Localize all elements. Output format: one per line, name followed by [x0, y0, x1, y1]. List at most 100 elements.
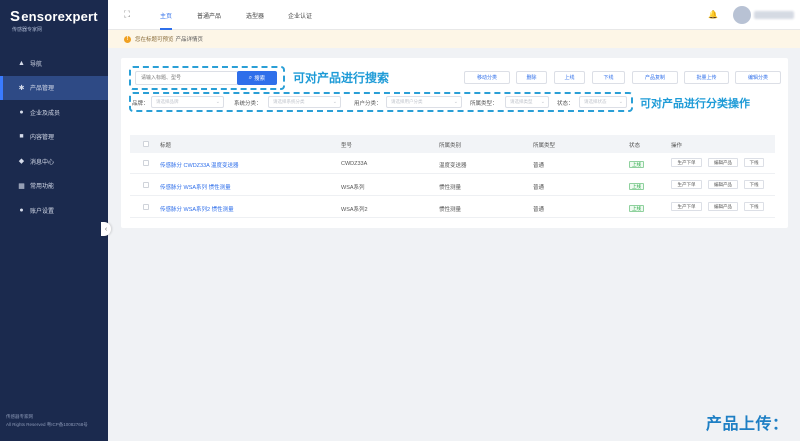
sidebar-item-label: 账户设置	[30, 208, 55, 215]
sidebar-item-content-management[interactable]: ■ 内容管理	[0, 125, 108, 150]
system-category-filter-label: 系统分类：	[234, 101, 262, 107]
message-icon: ◆	[18, 158, 25, 166]
collapse-sidebar-button[interactable]: ‹	[101, 222, 111, 236]
edit-category-button[interactable]: 编辑分类	[735, 71, 781, 84]
search-highlight-box	[129, 66, 285, 90]
sidebar-item-label: 内容管理	[30, 135, 55, 142]
sidebar: Sensorexpert 传感器专家网 ▲ 导航 ✱ 产品管理 ● 企业及成员 …	[0, 0, 108, 441]
row-offline-button[interactable]: 下线	[744, 158, 764, 167]
footer-company: 传感器专家网	[6, 414, 33, 419]
chevron-down-icon: ⌄	[453, 99, 458, 105]
product-model: CWDZ33A	[341, 161, 368, 167]
info-icon: !	[124, 35, 131, 43]
upload-annotation: 产品上传：	[706, 416, 789, 433]
fullscreen-icon[interactable]: ⛶	[122, 9, 132, 19]
type-select[interactable]: 请选择类型 ⌄	[505, 96, 549, 108]
column-header-title: 标题	[160, 143, 172, 149]
product-title-link[interactable]: 传感脉分 CWDZ33A 温度变送器	[160, 161, 239, 169]
row-offline-button[interactable]: 下线	[744, 202, 764, 211]
type-filter-label: 所属类型：	[470, 101, 498, 107]
offline-button[interactable]: 下线	[592, 71, 625, 84]
row-checkbox[interactable]	[143, 182, 149, 188]
delete-button[interactable]: 删除	[516, 71, 547, 84]
tab-company-certification[interactable]: 企业认证	[288, 0, 312, 30]
notice-bar: ! 您在标题可预览 产品详情页	[108, 30, 800, 48]
production-order-button[interactable]: 生产下单	[671, 158, 702, 167]
brand-filter-label: 品牌：	[132, 101, 149, 107]
tab-regular-products[interactable]: 普通产品	[197, 0, 221, 30]
sidebar-footer: 传感器专家网 All Rights Reserved 粤ICP备10082768…	[6, 413, 88, 429]
status-badge: 上线	[629, 183, 644, 190]
product-category: 惯性测量	[439, 207, 462, 213]
product-title-link[interactable]: 传感脉分 WSA系列 惯性测量	[160, 183, 231, 191]
sidebar-item-label: 产品管理	[30, 86, 55, 93]
product-title-link[interactable]: 传感脉分 WSA系列2 惯性测量	[160, 205, 234, 213]
production-order-button[interactable]: 生产下单	[671, 202, 702, 211]
batch-upload-button[interactable]: 批量上传	[684, 71, 729, 84]
production-order-button[interactable]: 生产下单	[671, 180, 702, 189]
search-annotation: 可对产品进行搜索	[293, 71, 390, 85]
user-name-blurred[interactable]	[754, 11, 794, 19]
logo[interactable]: Sensorexpert 传感器专家网	[10, 8, 102, 34]
product-model: WSA系列	[341, 185, 365, 191]
product-category: 惯性测量	[439, 185, 462, 191]
status-badge: 上线	[629, 161, 644, 168]
edit-product-button[interactable]: 编辑产品	[708, 202, 738, 211]
status-select[interactable]: 请选择状态 ⌄	[579, 96, 627, 108]
status-filter-label: 状态：	[557, 101, 574, 107]
online-button[interactable]: 上线	[554, 71, 585, 84]
brand-select[interactable]: 请选择品牌 ⌄	[151, 96, 224, 108]
notice-text: 您在标题可预览	[135, 37, 174, 43]
row-checkbox[interactable]	[143, 204, 149, 210]
sidebar-item-label: 消息中心	[30, 159, 55, 166]
gear-icon: ✱	[18, 84, 25, 92]
sidebar-item-navigation[interactable]: ▲ 导航	[0, 51, 108, 76]
select-all-checkbox[interactable]	[143, 141, 149, 147]
product-type: 普通	[533, 207, 545, 213]
document-icon: ■	[19, 133, 24, 141]
users-icon: ●	[19, 108, 24, 116]
chevron-down-icon: ⌄	[540, 99, 545, 105]
chevron-left-icon: ‹	[104, 225, 108, 233]
sidebar-nav: ▲ 导航 ✱ 产品管理 ● 企业及成员 ■ 内容管理 ◆ 消息中心 ▦ 常用功能…	[0, 51, 108, 223]
sidebar-item-label: 导航	[30, 61, 43, 68]
product-category: 温度变送器	[439, 163, 467, 169]
row-checkbox[interactable]	[143, 160, 149, 166]
notice-highlight[interactable]: 产品详情页	[176, 35, 204, 43]
product-model: WSA系列2	[341, 207, 368, 213]
copy-product-button[interactable]: 产品复制	[632, 71, 678, 84]
tab-selector[interactable]: 选型器	[246, 0, 264, 30]
top-bar: ⛶ 主页 普通产品 选型器 企业认证 🔔	[108, 0, 800, 30]
status-badge: 上线	[629, 205, 644, 212]
chevron-down-icon: ⌄	[618, 99, 623, 105]
product-type: 普通	[533, 185, 545, 191]
chevron-down-icon: ⌄	[215, 99, 220, 105]
tab-home[interactable]: 主页	[160, 0, 173, 30]
grid-icon: ▦	[18, 182, 25, 190]
bell-icon[interactable]: 🔔	[708, 10, 718, 19]
column-header-model: 型号	[341, 143, 353, 149]
product-type: 普通	[533, 163, 545, 169]
row-offline-button[interactable]: 下线	[744, 180, 764, 189]
sidebar-item-message-center[interactable]: ◆ 消息中心	[0, 149, 108, 174]
user-category-select[interactable]: 请选择用户分类 ⌄	[386, 96, 462, 108]
column-header-type: 所属类型	[533, 143, 556, 149]
sidebar-item-label: 常用功能	[30, 184, 55, 191]
edit-product-button[interactable]: 编辑产品	[708, 180, 738, 189]
column-header-status: 状态	[629, 143, 641, 149]
logo-text: ensorexpert	[21, 9, 98, 24]
column-header-actions: 操作	[671, 143, 683, 149]
logo-initial: S	[10, 8, 21, 25]
system-category-select[interactable]: 请选择系统分类 ⌄	[268, 96, 341, 108]
sidebar-item-account-settings[interactable]: ● 账户设置	[0, 198, 108, 223]
edit-product-button[interactable]: 编辑产品	[708, 158, 738, 167]
move-category-button[interactable]: 移动分类	[464, 71, 510, 84]
sidebar-item-common-functions[interactable]: ▦ 常用功能	[0, 174, 108, 199]
sidebar-item-company-members[interactable]: ● 企业及成员	[0, 100, 108, 125]
chevron-down-icon: ⌄	[332, 99, 337, 105]
filter-annotation: 可对产品进行分类操作	[640, 98, 750, 110]
footer-copyright: All Rights Reserved 粤ICP备10082768号	[6, 422, 88, 427]
avatar[interactable]	[733, 6, 751, 24]
user-category-filter-label: 用户分类：	[354, 101, 382, 107]
sidebar-item-product-management[interactable]: ✱ 产品管理	[0, 75, 108, 100]
